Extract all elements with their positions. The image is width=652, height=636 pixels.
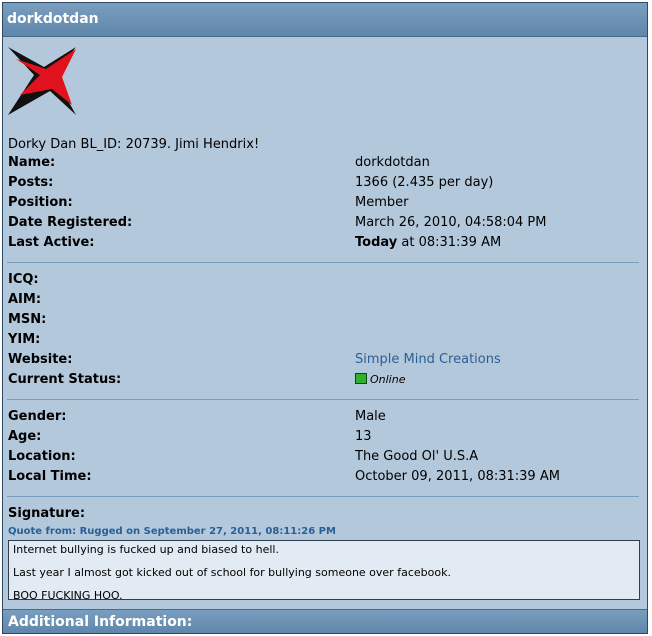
- row-posts: Posts: 1366 (2.435 per day): [8, 173, 638, 193]
- quote-line: Last year I almost got kicked out of sch…: [13, 566, 451, 579]
- label-yim: YIM:: [8, 332, 41, 347]
- row-msn: MSN:: [8, 310, 638, 330]
- label-posts: Posts:: [8, 175, 54, 190]
- website-link[interactable]: Simple Mind Creations: [355, 350, 501, 370]
- label-signature: Signature:: [8, 506, 86, 521]
- divider: [7, 496, 639, 497]
- additional-info-header: Additional Information:: [3, 609, 647, 633]
- label-gender: Gender:: [8, 409, 67, 424]
- quote-line: BOO FUCKING HOO.: [13, 589, 123, 602]
- value-location: The Good Ol' U.S.A: [355, 449, 479, 464]
- value-position: Member: [355, 195, 409, 210]
- row-status: Current Status: Online: [8, 370, 638, 390]
- avatar: [8, 47, 76, 115]
- quote-line: Internet bullying is fucked up and biase…: [13, 543, 279, 556]
- label-name: Name:: [8, 155, 56, 170]
- divider: [7, 399, 639, 400]
- label-last-active: Last Active:: [8, 235, 95, 250]
- status-text: Online: [370, 373, 406, 386]
- row-icq: ICQ:: [8, 270, 638, 290]
- label-icq: ICQ:: [8, 272, 39, 287]
- row-signature: Signature:: [8, 504, 638, 524]
- row-location: Location: The Good Ol' U.S.A: [8, 447, 638, 467]
- value-local-time: October 09, 2011, 08:31:39 AM: [355, 469, 560, 484]
- label-registered: Date Registered:: [8, 215, 133, 230]
- profile-title: dorkdotdan: [3, 3, 647, 37]
- row-registered: Date Registered: March 26, 2010, 04:58:0…: [8, 213, 638, 233]
- label-msn: MSN:: [8, 312, 47, 327]
- row-website: Website: Simple Mind Creations: [8, 350, 638, 370]
- row-name: Name: dorkdotdan: [8, 153, 638, 173]
- last-active-today: Today: [355, 235, 398, 250]
- row-age: Age: 13: [8, 427, 638, 447]
- value-gender: Male: [355, 409, 386, 424]
- label-local-time: Local Time:: [8, 469, 92, 484]
- signature-quote: Internet bullying is fucked up and biase…: [8, 540, 640, 602]
- online-status-icon: [355, 373, 367, 384]
- quote-header-link[interactable]: Quote from: Rugged on September 27, 2011…: [8, 526, 336, 537]
- row-local-time: Local Time: October 09, 2011, 08:31:39 A…: [8, 467, 638, 487]
- last-active-time: at 08:31:39 AM: [397, 235, 502, 250]
- row-last-active: Last Active: Today at 08:31:39 AM: [8, 233, 638, 253]
- value-age: 13: [355, 429, 372, 444]
- label-website: Website:: [8, 352, 73, 367]
- value-last-active: Today at 08:31:39 AM: [355, 233, 501, 253]
- value-registered: March 26, 2010, 04:58:04 PM: [355, 215, 547, 230]
- label-status: Current Status:: [8, 372, 122, 387]
- label-aim: AIM:: [8, 292, 42, 307]
- row-position: Position: Member: [8, 193, 638, 213]
- value-name: dorkdotdan: [355, 155, 430, 170]
- label-position: Position:: [8, 195, 73, 210]
- value-posts: 1366 (2.435 per day): [355, 175, 494, 190]
- value-status: Online: [355, 370, 405, 390]
- divider: [7, 262, 639, 263]
- profile-bio: Dorky Dan BL_ID: 20739. Jimi Hendrix!: [8, 137, 260, 152]
- profile-panel: dorkdotdan Dorky Dan BL_ID: 20739. Jimi …: [2, 2, 648, 634]
- row-yim: YIM:: [8, 330, 638, 350]
- row-gender: Gender: Male: [8, 407, 638, 427]
- row-aim: AIM:: [8, 290, 638, 310]
- label-age: Age:: [8, 429, 42, 444]
- label-location: Location:: [8, 449, 76, 464]
